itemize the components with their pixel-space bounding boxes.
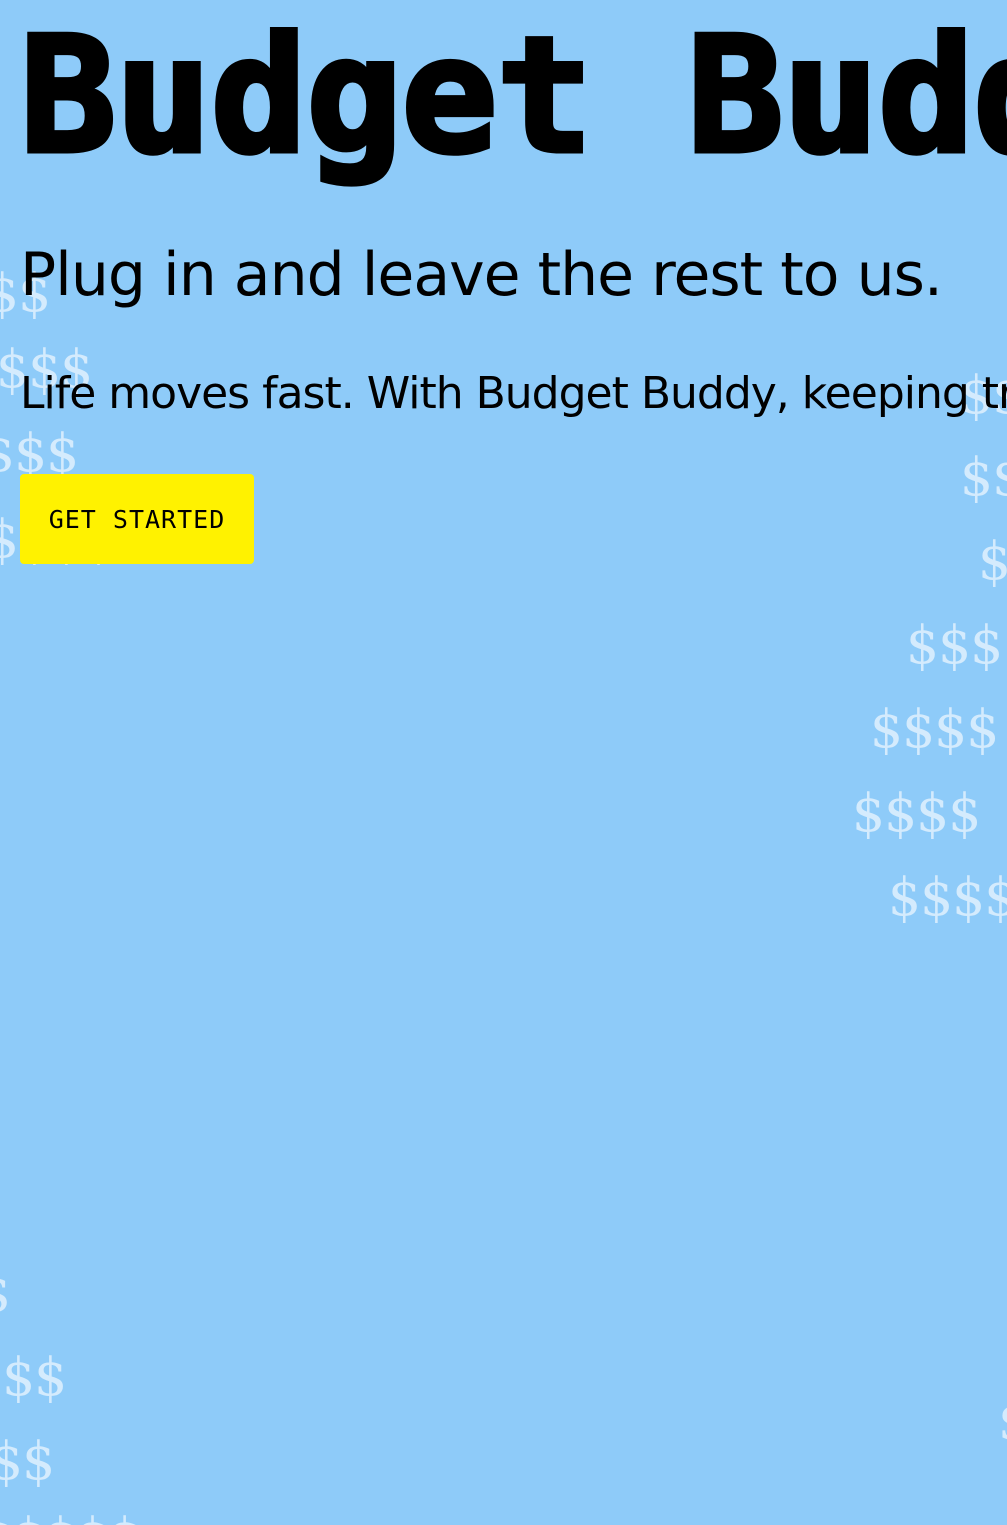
dollar-decoration: $$$ bbox=[906, 616, 1003, 676]
dollar-decoration: $$$$ bbox=[870, 700, 999, 760]
page-title: Budget Buddy bbox=[18, 2, 1007, 189]
dollar-decoration: $ bbox=[0, 1268, 11, 1320]
dollar-decoration: $ bbox=[998, 1396, 1007, 1448]
dollar-decoration: $$$$ bbox=[852, 784, 981, 844]
hero-subtitle: Plug in and leave the rest to us. bbox=[20, 240, 943, 310]
dollar-decoration: $$$$$ bbox=[0, 1512, 141, 1525]
dollar-decoration: $$$ bbox=[0, 424, 79, 484]
hero-description: Life moves fast. With Budget Buddy, keep… bbox=[20, 368, 1007, 419]
dollar-decoration: $$ bbox=[960, 448, 1007, 508]
dollar-decoration: $$$$ bbox=[888, 868, 1007, 928]
dollar-decoration: $$$ bbox=[0, 1348, 67, 1408]
landing-page: $$ $$$ $$$ $$$$ $$ $$ $ $$$ $$$$ $$$$ $$… bbox=[0, 0, 1007, 1525]
get-started-button[interactable]: GET STARTED bbox=[20, 474, 254, 564]
dollar-pattern-background: $$ $$$ $$$ $$$$ $$ $$ $ $$$ $$$$ $$$$ $$… bbox=[0, 0, 1007, 1525]
dollar-decoration: $ bbox=[978, 532, 1007, 592]
dollar-decoration: $$ bbox=[0, 1432, 55, 1492]
